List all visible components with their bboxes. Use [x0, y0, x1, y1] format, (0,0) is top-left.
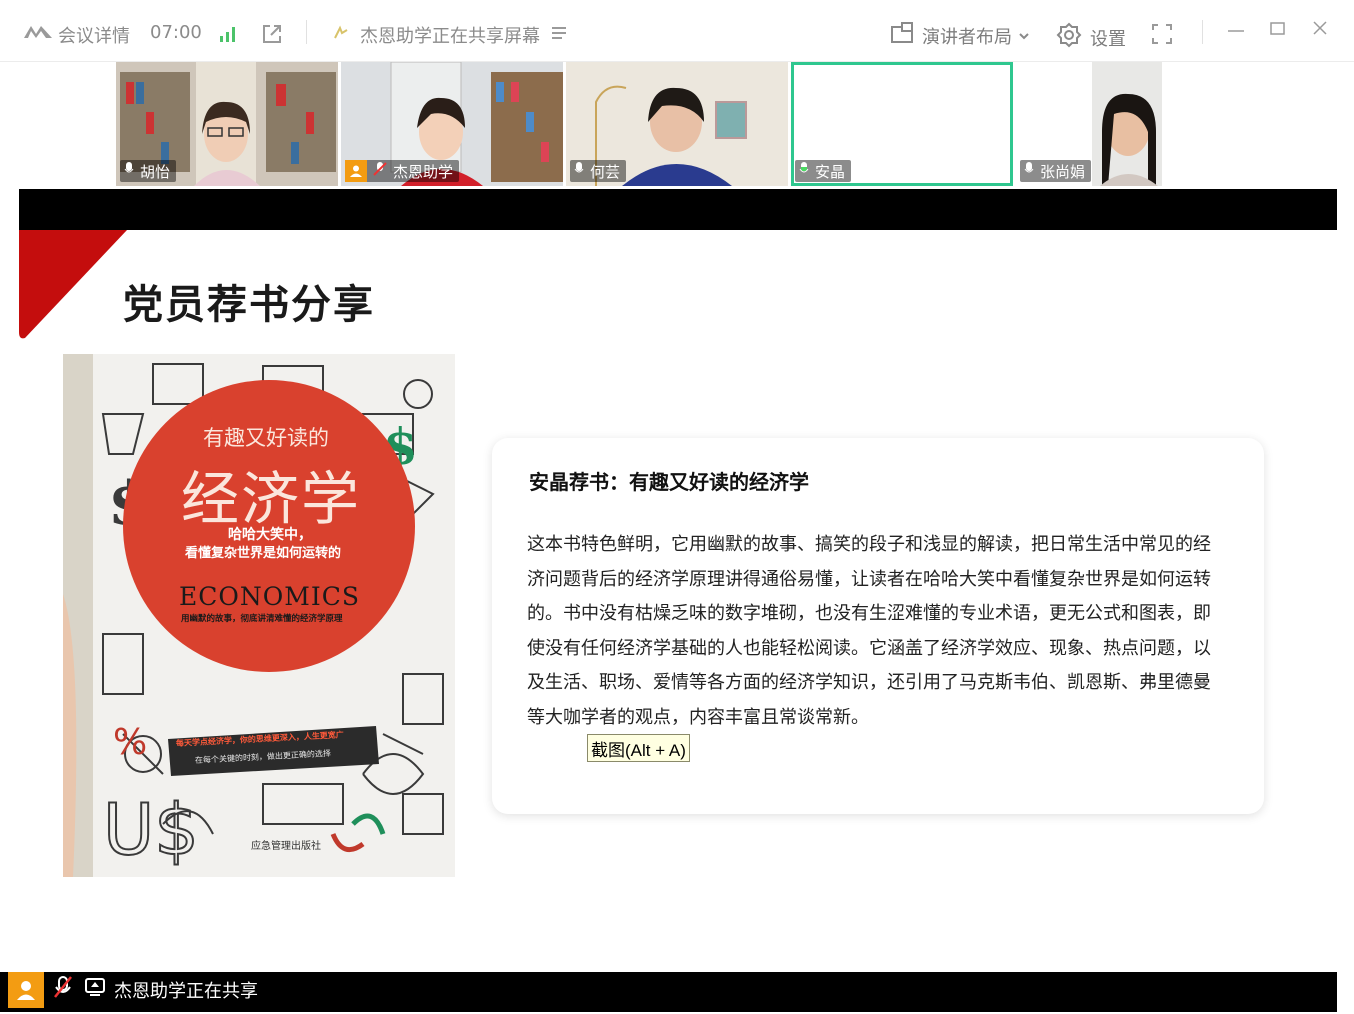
meeting-time: 07:00	[150, 22, 202, 43]
book-cover-photo: $ $ U$ % 有趣又好读的 经济学 哈哈大笑中， 看懂复杂世界是如何运转的 …	[63, 354, 455, 877]
microphone-muted-icon	[373, 162, 387, 180]
share-status: 杰恩助学正在共享屏幕	[332, 22, 568, 48]
slide-red-corner	[19, 230, 127, 339]
microphone-icon	[574, 162, 584, 180]
book-subtitle2: 看懂复杂世界是如何运转的	[185, 546, 342, 561]
participant-name-tag: 何芸	[570, 160, 627, 182]
book-subtitle1: 哈哈大笑中，	[228, 527, 312, 543]
list-icon[interactable]	[550, 24, 568, 47]
logo-icon	[22, 22, 54, 42]
participant-name-tag: 杰恩助学	[345, 160, 460, 182]
meeting-toolbar: 会议详情 07:00 杰恩助学正在共享屏幕 演讲者布局 设置	[0, 0, 1354, 62]
participant-tile[interactable]: 何芸	[566, 62, 788, 186]
recommendation-body: 这本书特色鲜明，它用幽默的故事、搞笑的段子和浅显的解读，把日常生活中常见的经济问…	[527, 534, 1211, 728]
book-econ-text: ECONOMICS	[179, 582, 360, 611]
participant-tile-active[interactable]: 安晶	[791, 62, 1013, 186]
sharing-icon	[332, 24, 350, 47]
svg-text:U$: U$	[103, 789, 199, 871]
participant-video-strip: 胡怡 杰恩助学 何芸 安晶 张尚娟	[0, 62, 1354, 186]
participant-name-tag: 胡怡	[120, 160, 177, 182]
book-publisher: 应急管理出版社	[251, 841, 321, 852]
fullscreen-icon[interactable]	[1150, 22, 1174, 46]
close-icon[interactable]	[1311, 18, 1329, 42]
divider	[1202, 20, 1203, 44]
host-badge-icon	[345, 160, 367, 182]
participant-tile[interactable]: 张尚娟	[1016, 62, 1162, 186]
settings-button[interactable]: 设置	[1056, 22, 1126, 53]
book-title-line1: 有趣又好读的	[203, 426, 329, 450]
gear-icon	[1056, 22, 1082, 53]
external-link-icon[interactable]	[260, 22, 284, 46]
layout-button[interactable]: 演讲者布局	[890, 22, 1030, 49]
microphone-icon	[124, 162, 134, 180]
minimize-icon[interactable]	[1227, 18, 1245, 42]
host-avatar-icon	[8, 971, 44, 1008]
microphone-active-icon	[799, 162, 809, 180]
screenshot-tooltip: 截图(Alt + A)	[587, 734, 690, 762]
shared-screen-top-bar	[19, 189, 1337, 230]
maximize-icon[interactable]	[1269, 18, 1287, 42]
participant-name-tag: 张尚娟	[1020, 160, 1092, 182]
participant-name-tag: 安晶	[795, 160, 852, 182]
sharing-status-text: 杰恩助学正在共享	[114, 980, 258, 1002]
divider	[306, 20, 307, 44]
recommendation-title: 安晶荐书：有趣又好读的经济学	[529, 470, 809, 494]
sharing-status-bar: 杰恩助学正在共享	[8, 971, 258, 1008]
screen-share-icon	[84, 977, 106, 1002]
book-tagline: 用幽默的故事，彻底讲清难懂的经济学原理	[181, 614, 343, 624]
chevron-down-icon	[1018, 25, 1030, 46]
microphone-icon	[1024, 162, 1034, 180]
slide-title: 党员荐书分享	[123, 281, 375, 328]
meeting-details-button[interactable]: 会议详情	[58, 22, 130, 48]
microphone-muted-icon[interactable]	[52, 975, 74, 1004]
signal-icon[interactable]	[218, 24, 238, 44]
layout-icon	[890, 22, 914, 49]
participant-tile[interactable]: 杰恩助学	[341, 62, 563, 186]
participant-tile[interactable]: 胡怡	[116, 62, 338, 186]
svg-text:%: %	[113, 722, 147, 763]
